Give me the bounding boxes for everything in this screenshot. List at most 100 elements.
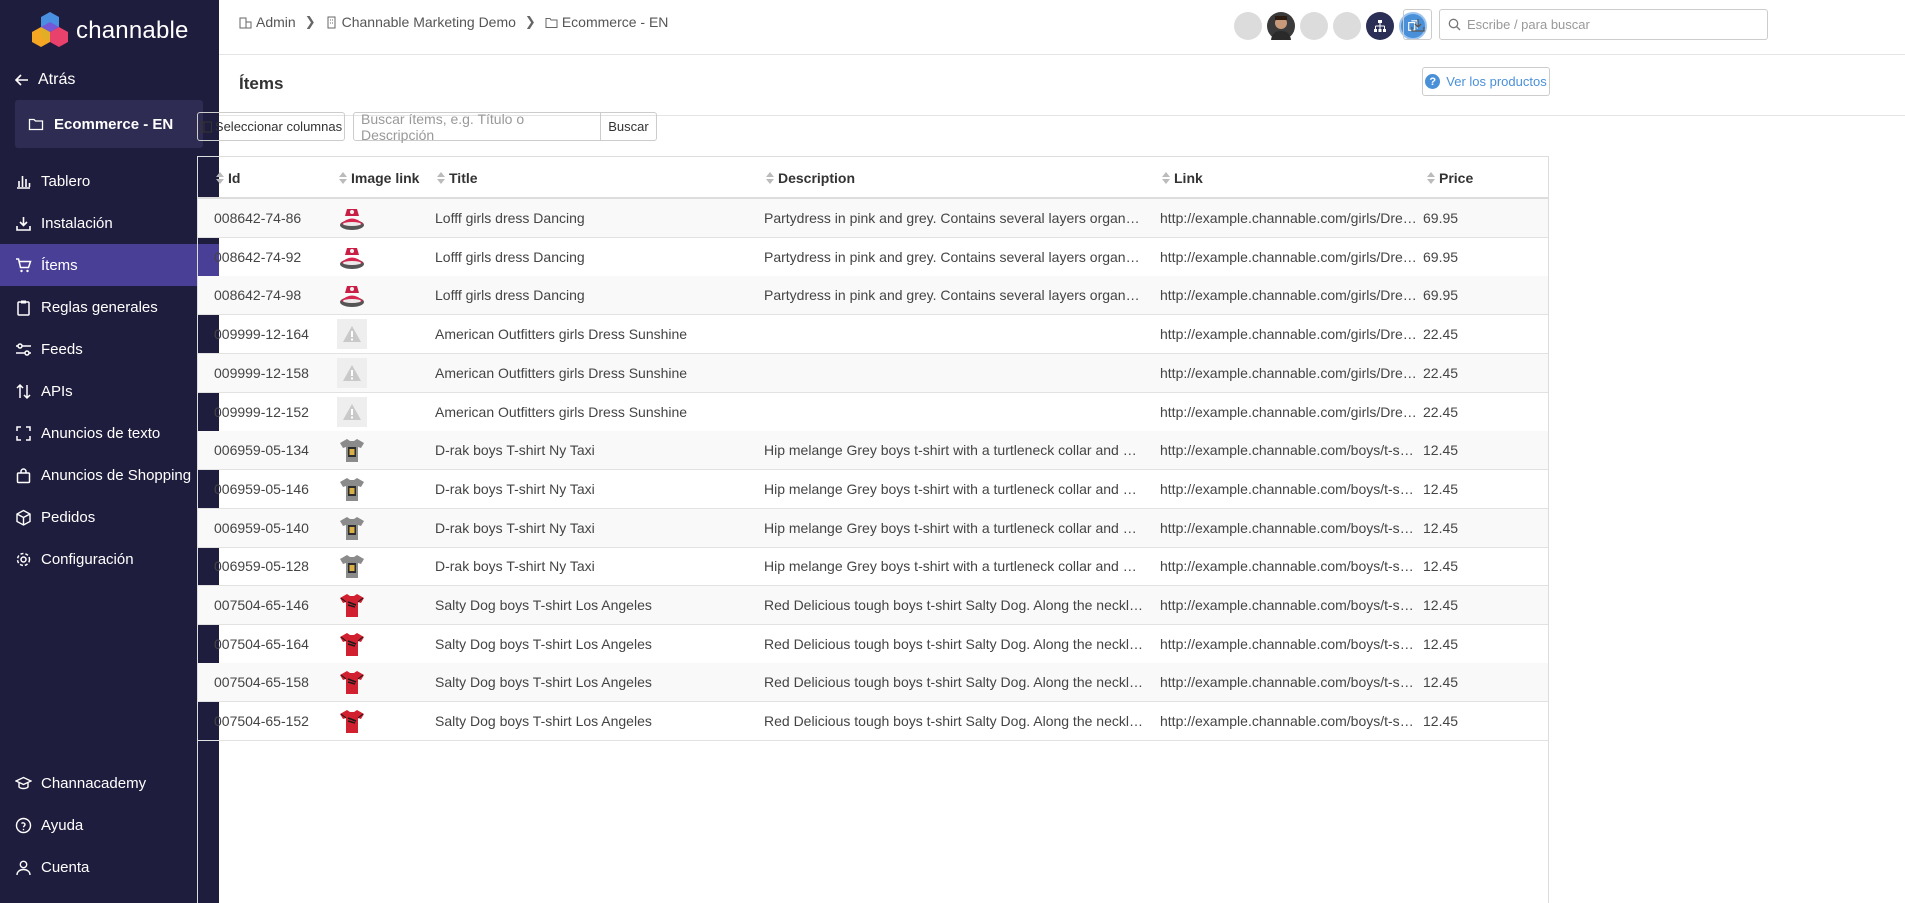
sitemap-icon xyxy=(1374,20,1386,32)
table-row[interactable]: 009999-12-152 American Outfitters girls D… xyxy=(198,393,1548,432)
building-icon xyxy=(327,16,336,28)
warning-icon xyxy=(343,364,361,381)
sidebar-item-ayuda[interactable]: Ayuda xyxy=(0,804,219,846)
sidebar-item-apis[interactable]: APIs xyxy=(0,370,219,412)
select-columns-button[interactable]: Seleccionar columnas xyxy=(197,112,345,141)
link-text[interactable]: http://example.channable.com/boys/t-shir… xyxy=(1160,481,1418,497)
column-header-description[interactable]: Description xyxy=(766,157,855,199)
link-text[interactable]: http://example.channable.com/boys/t-shir… xyxy=(1160,597,1418,613)
link-text[interactable]: http://example.channable.com/girls/Dress… xyxy=(1160,326,1418,342)
product-thumbnail[interactable] xyxy=(337,435,367,465)
sidebar-item-configuracion[interactable]: Configuración xyxy=(0,538,219,580)
sidebar-item-items[interactable]: Ítems xyxy=(0,244,219,286)
project-selector[interactable]: Ecommerce - EN xyxy=(15,100,203,148)
tshirt-red-image xyxy=(340,594,364,617)
product-thumbnail[interactable] xyxy=(337,280,367,310)
product-thumbnail[interactable] xyxy=(337,667,367,697)
item-search-placeholder: Buscar ítems, e.g. Título o Descripción xyxy=(361,110,525,143)
sidebar-item-channacademy[interactable]: Channacademy xyxy=(0,762,219,804)
column-header-image-link[interactable]: Image link xyxy=(339,157,419,199)
title-text: Salty Dog boys T-shirt Los Angeles xyxy=(435,713,652,730)
link-text[interactable]: http://example.channable.com/boys/t-shir… xyxy=(1160,674,1418,690)
link-text[interactable]: http://example.channable.com/girls/Dress… xyxy=(1160,210,1418,226)
item-search-input[interactable]: Buscar ítems, e.g. Título o Descripción xyxy=(353,110,601,143)
graduation-cap-icon xyxy=(15,776,32,789)
table-row[interactable]: 009999-12-158 American Outfitters girls D… xyxy=(198,353,1548,393)
product-thumbnail[interactable] xyxy=(337,590,367,620)
sidebar-item-cuenta[interactable]: Cuenta xyxy=(0,846,219,888)
sidebar-item-feeds[interactable]: Feeds xyxy=(0,328,219,370)
price-text: 22.45 xyxy=(1423,403,1459,420)
breadcrumb-project[interactable]: Ecommerce - EN xyxy=(545,14,668,30)
cart-icon xyxy=(16,257,32,272)
price-text: 12.45 xyxy=(1423,519,1459,536)
sidebar-item-instalacion[interactable]: Instalación xyxy=(0,202,219,244)
table-row[interactable]: 008642-74-86 Lofff girls dress Dancing Par… xyxy=(198,199,1548,238)
product-thumbnail[interactable] xyxy=(337,629,367,659)
product-thumbnail[interactable] xyxy=(337,203,367,233)
avatar[interactable] xyxy=(1333,12,1361,40)
tshirt-red-image xyxy=(340,671,364,695)
product-thumbnail[interactable] xyxy=(337,513,367,543)
table-row[interactable]: 007504-65-164 Salty Dog boys T-shirt Los … xyxy=(198,625,1548,664)
avatar[interactable] xyxy=(1300,12,1328,40)
avatar[interactable] xyxy=(1234,12,1262,40)
table-row[interactable]: 006959-05-140 D-rak boys T-shirt Ny Taxi H… xyxy=(198,508,1548,548)
price-text: 12.45 xyxy=(1423,635,1459,652)
column-header-id[interactable]: Id xyxy=(216,157,240,199)
sliders-icon xyxy=(16,342,31,356)
product-thumbnail[interactable] xyxy=(337,551,367,581)
link-text[interactable]: http://example.channable.com/boys/t-shir… xyxy=(1160,520,1418,536)
columns-icon xyxy=(199,121,212,132)
link-text[interactable]: http://example.channable.com/boys/t-shir… xyxy=(1160,636,1418,652)
table-row[interactable]: 007504-65-152 Salty Dog boys T-shirt Los … xyxy=(198,702,1548,742)
cell-link: http://example.channable.com/boys/t-shir… xyxy=(1160,625,1418,663)
sidebar-item-anuncios-de-shopping[interactable]: Anuncios de Shopping xyxy=(0,454,219,496)
sidebar-item-reglas-generales[interactable]: Reglas generales xyxy=(0,286,219,328)
link-text[interactable]: http://example.channable.com/boys/t-shir… xyxy=(1160,442,1418,458)
product-thumbnail[interactable] xyxy=(337,474,367,504)
cell-price: 12.45 xyxy=(1423,509,1543,547)
description-text: Hip melange Grey boys t-shirt with a tur… xyxy=(764,558,1144,575)
global-search-input[interactable]: Escribe / para buscar xyxy=(1439,9,1768,40)
product-thumbnail[interactable] xyxy=(337,396,367,427)
link-text[interactable]: http://example.channable.com/boys/t-shir… xyxy=(1160,713,1418,729)
link-text[interactable]: http://example.channable.com/boys/t-shir… xyxy=(1160,558,1418,574)
link-text[interactable]: http://example.channable.com/girls/Dress… xyxy=(1160,287,1418,303)
cell-img xyxy=(337,470,427,508)
breadcrumb-label: Channable Marketing Demo xyxy=(341,14,516,30)
sidebar-item-anuncios-de-texto[interactable]: Anuncios de texto xyxy=(0,412,219,454)
cell-title: Lofff girls dress Dancing xyxy=(435,276,755,314)
channable-logo[interactable]: channable xyxy=(28,10,189,52)
table-row[interactable]: 008642-74-92 Lofff girls dress Dancing Par… xyxy=(198,238,1548,277)
table-row[interactable]: 006959-05-146 D-rak boys T-shirt Ny Taxi H… xyxy=(198,470,1548,509)
sidebar-item-pedidos[interactable]: Pedidos xyxy=(0,496,219,538)
table-row[interactable]: 009999-12-164 American Outfitters girls D… xyxy=(198,315,1548,355)
link-text[interactable]: http://example.channable.com/girls/Dress… xyxy=(1160,404,1418,420)
avatar[interactable] xyxy=(1267,12,1295,40)
column-header-link[interactable]: Link xyxy=(1162,157,1203,199)
table-row[interactable]: 007504-65-146 Salty Dog boys T-shirt Los … xyxy=(198,586,1548,625)
view-products-button[interactable]: ? Ver los productos xyxy=(1422,67,1550,96)
item-search-button[interactable]: Buscar xyxy=(600,112,657,141)
link-text[interactable]: http://example.channable.com/girls/Dress… xyxy=(1160,365,1418,381)
link-text[interactable]: http://example.channable.com/girls/Dress… xyxy=(1160,249,1418,265)
product-thumbnail[interactable] xyxy=(337,319,367,350)
product-thumbnail[interactable] xyxy=(337,706,367,736)
sidebar-item-tablero[interactable]: Tablero xyxy=(0,160,219,202)
product-thumbnail[interactable] xyxy=(337,357,367,388)
breadcrumb-company[interactable]: Channable Marketing Demo xyxy=(325,14,516,30)
cell-description: Hip melange Grey boys t-shirt with a tur… xyxy=(764,547,1144,585)
table-row[interactable]: 006959-05-128 D-rak boys T-shirt Ny Taxi H… xyxy=(198,547,1548,587)
table-row[interactable]: 008642-74-98 Lofff girls dress Dancing Par… xyxy=(198,276,1548,316)
back-button[interactable]: Atrás xyxy=(14,68,75,92)
column-header-price[interactable]: Price xyxy=(1427,157,1473,199)
avatar[interactable] xyxy=(1366,12,1394,40)
table-row[interactable]: 007504-65-158 Salty Dog boys T-shirt Los … xyxy=(198,663,1548,703)
column-header-title[interactable]: Title xyxy=(437,157,478,199)
product-thumbnail[interactable] xyxy=(337,242,367,272)
breadcrumb-admin[interactable]: Admin xyxy=(239,14,296,30)
download-button[interactable] xyxy=(1403,9,1432,40)
sidebar-item-label: Pedidos xyxy=(41,508,96,526)
table-row[interactable]: 006959-05-134 D-rak boys T-shirt Ny Taxi H… xyxy=(198,431,1548,471)
